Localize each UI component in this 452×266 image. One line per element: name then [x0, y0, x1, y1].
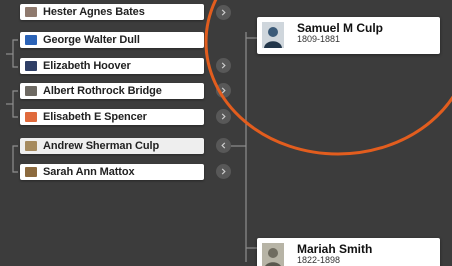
person-photo — [25, 86, 37, 96]
collapse-ancestors-button[interactable] — [216, 138, 231, 153]
expand-ancestors-button[interactable] — [216, 5, 231, 20]
chevron-right-icon — [221, 168, 226, 175]
chevron-right-icon — [221, 87, 226, 94]
person-silhouette-icon — [262, 243, 284, 266]
family-tree-view: Hester Agnes Bates George Walter Dull El… — [0, 0, 452, 266]
focus-person-card[interactable]: Samuel M Culp 1809-1881 — [257, 17, 440, 54]
person-photo — [25, 35, 37, 45]
expand-ancestors-button[interactable] — [216, 58, 231, 73]
person-name: Albert Rothrock Bridge — [43, 85, 162, 97]
spouse-person-card[interactable]: Mariah Smith 1822-1898 — [257, 238, 440, 266]
chevron-right-icon — [221, 62, 226, 69]
person-card-albert-rothrock-bridge[interactable]: Albert Rothrock Bridge — [20, 83, 204, 99]
person-card-sarah-ann-mattox[interactable]: Sarah Ann Mattox — [20, 164, 204, 180]
person-lifespan: 1822-1898 — [297, 255, 341, 265]
person-photo — [25, 61, 37, 71]
expand-ancestors-button[interactable] — [216, 164, 231, 179]
person-photo — [25, 141, 37, 151]
person-card-hester-agnes-bates[interactable]: Hester Agnes Bates — [20, 4, 204, 20]
person-card-george-walter-dull[interactable]: George Walter Dull — [20, 32, 204, 48]
person-card-elisabeth-e-spencer[interactable]: Elisabeth E Spencer — [20, 109, 204, 125]
person-name: George Walter Dull — [43, 34, 140, 46]
person-silhouette-icon — [262, 22, 284, 48]
person-name: Elisabeth E Spencer — [43, 111, 147, 123]
person-photo — [25, 112, 37, 122]
person-name: Sarah Ann Mattox — [43, 166, 135, 178]
person-name: Mariah Smith — [297, 242, 373, 256]
chevron-right-icon — [221, 9, 226, 16]
person-photo — [262, 22, 284, 48]
person-name: Andrew Sherman Culp — [43, 140, 160, 152]
person-photo — [25, 167, 37, 177]
chevron-left-icon — [221, 142, 226, 149]
person-name: Elizabeth Hoover — [43, 60, 131, 72]
person-card-elizabeth-hoover[interactable]: Elizabeth Hoover — [20, 58, 204, 74]
person-photo — [25, 7, 37, 17]
person-name: Samuel M Culp — [297, 21, 384, 35]
chevron-right-icon — [221, 113, 226, 120]
person-lifespan: 1809-1881 — [297, 34, 341, 44]
expand-ancestors-button[interactable] — [216, 83, 231, 98]
expand-ancestors-button[interactable] — [216, 109, 231, 124]
person-name: Hester Agnes Bates — [43, 6, 145, 18]
person-card-andrew-sherman-culp[interactable]: Andrew Sherman Culp — [20, 138, 204, 154]
person-photo — [262, 243, 284, 266]
